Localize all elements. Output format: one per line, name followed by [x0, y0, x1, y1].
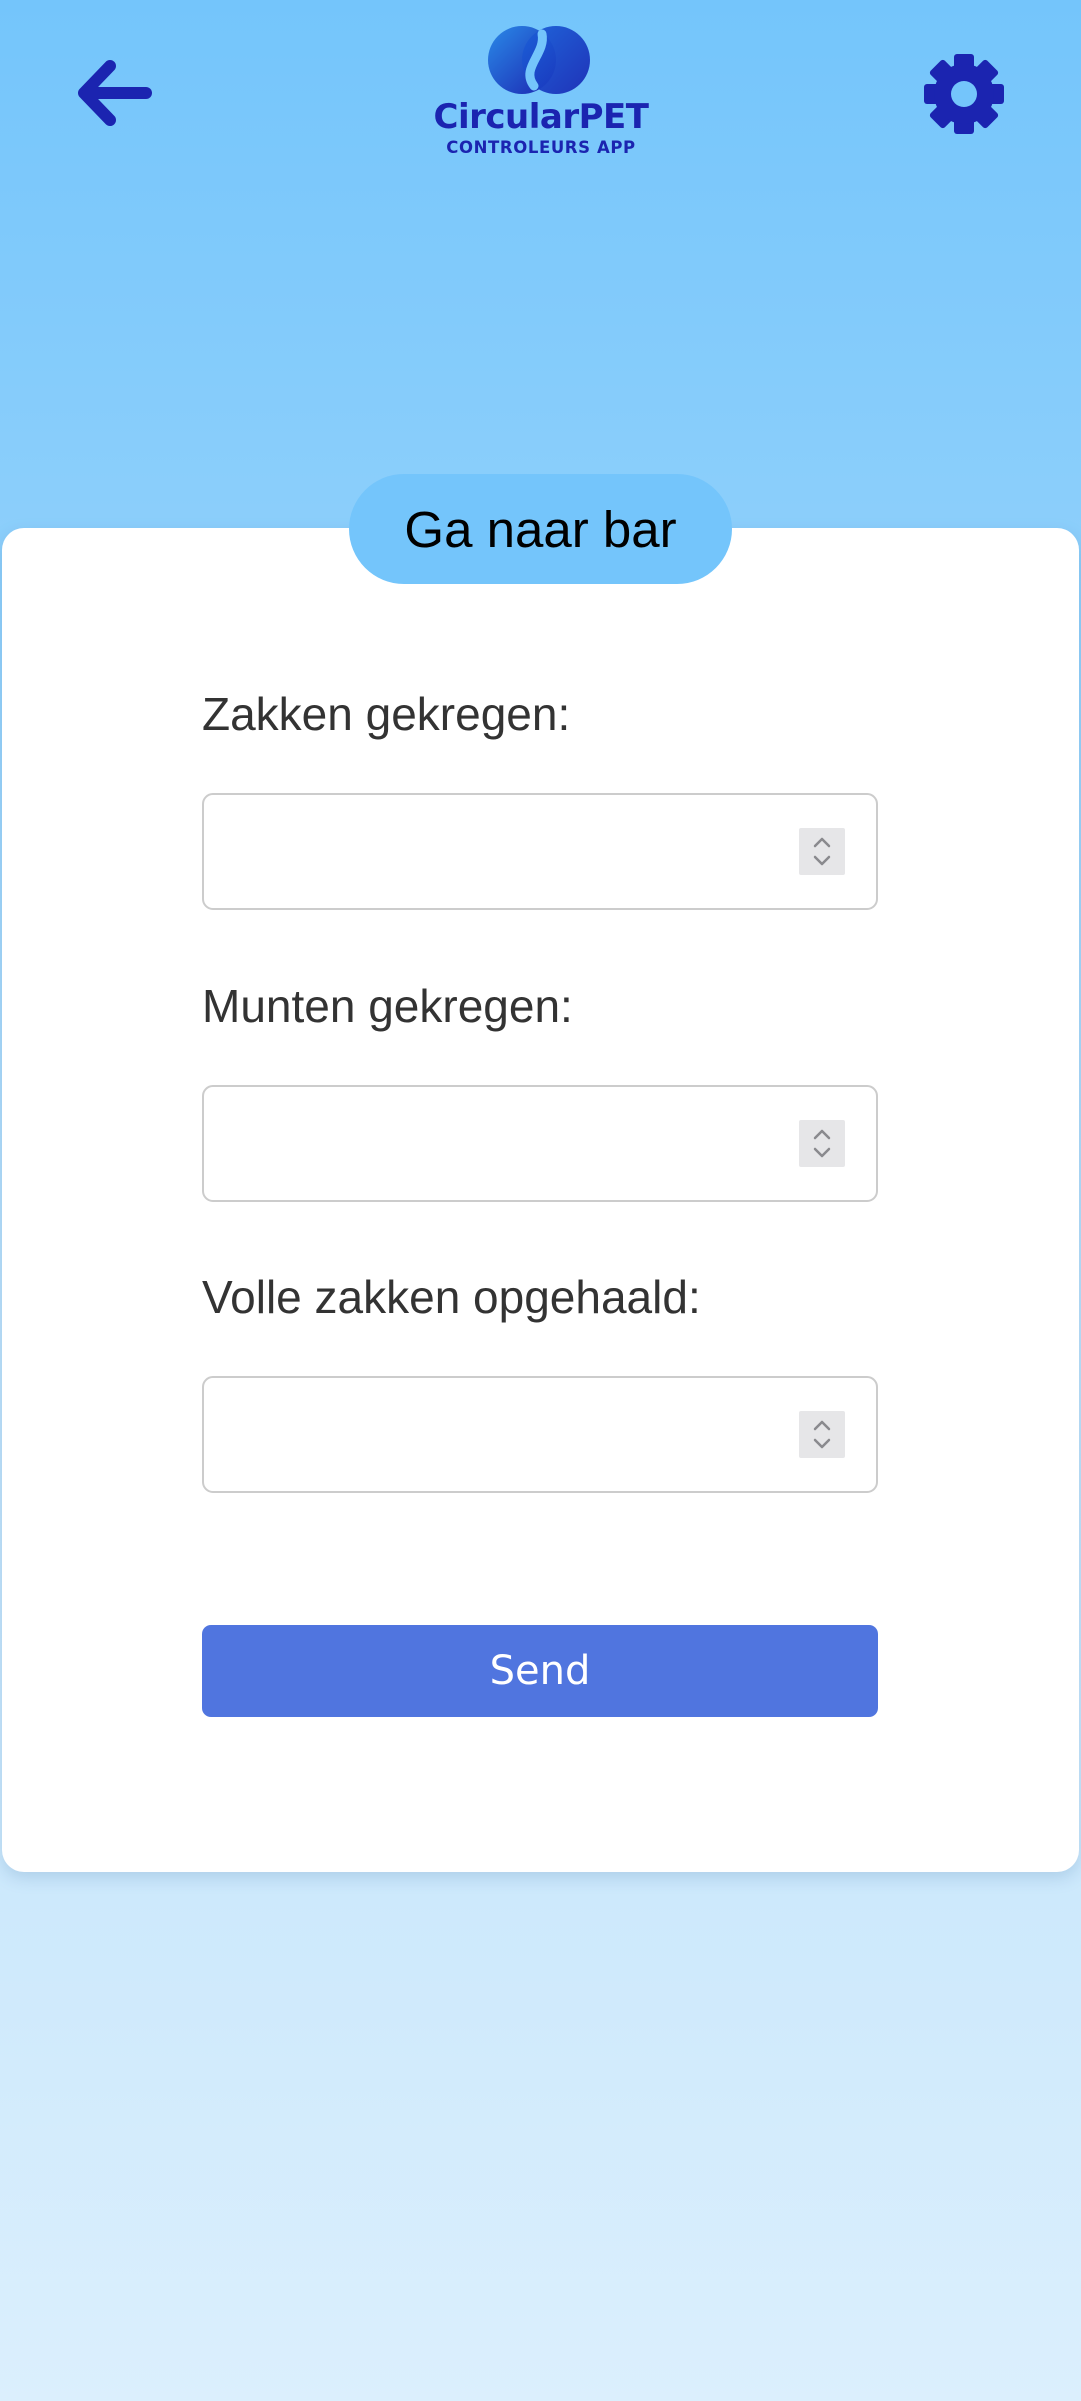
zakken-gekregen-input[interactable]: [202, 793, 878, 910]
logo-title: CircularPET: [433, 97, 649, 137]
app-logo: CircularPET CONTROLEURS APP: [420, 22, 662, 162]
logo-subtitle: CONTROLEURS APP: [446, 138, 636, 157]
spinner-arrows-icon: [813, 1420, 831, 1449]
spinner-arrows-icon: [813, 837, 831, 866]
back-button[interactable]: [70, 50, 156, 136]
munten-gekregen-stepper[interactable]: [799, 1120, 845, 1167]
field-label-zakken-gekregen: Zakken gekregen:: [202, 688, 571, 740]
arrow-left-icon: [78, 60, 152, 126]
spinner-arrows-icon: [813, 1129, 831, 1158]
volle-zakken-opgehaald-input[interactable]: [202, 1376, 878, 1493]
volle-zakken-opgehaald-stepper[interactable]: [799, 1411, 845, 1458]
circularpet-logo-icon: [488, 26, 590, 94]
card-title: Ga naar bar: [349, 474, 732, 584]
gear-icon: [924, 54, 1004, 134]
settings-button[interactable]: [918, 48, 1010, 140]
munten-gekregen-input[interactable]: [202, 1085, 878, 1202]
field-label-volle-zakken-opgehaald: Volle zakken opgehaald:: [202, 1271, 701, 1323]
field-label-munten-gekregen: Munten gekregen:: [202, 980, 573, 1032]
zakken-gekregen-stepper[interactable]: [799, 828, 845, 875]
send-button[interactable]: Send: [202, 1625, 878, 1717]
